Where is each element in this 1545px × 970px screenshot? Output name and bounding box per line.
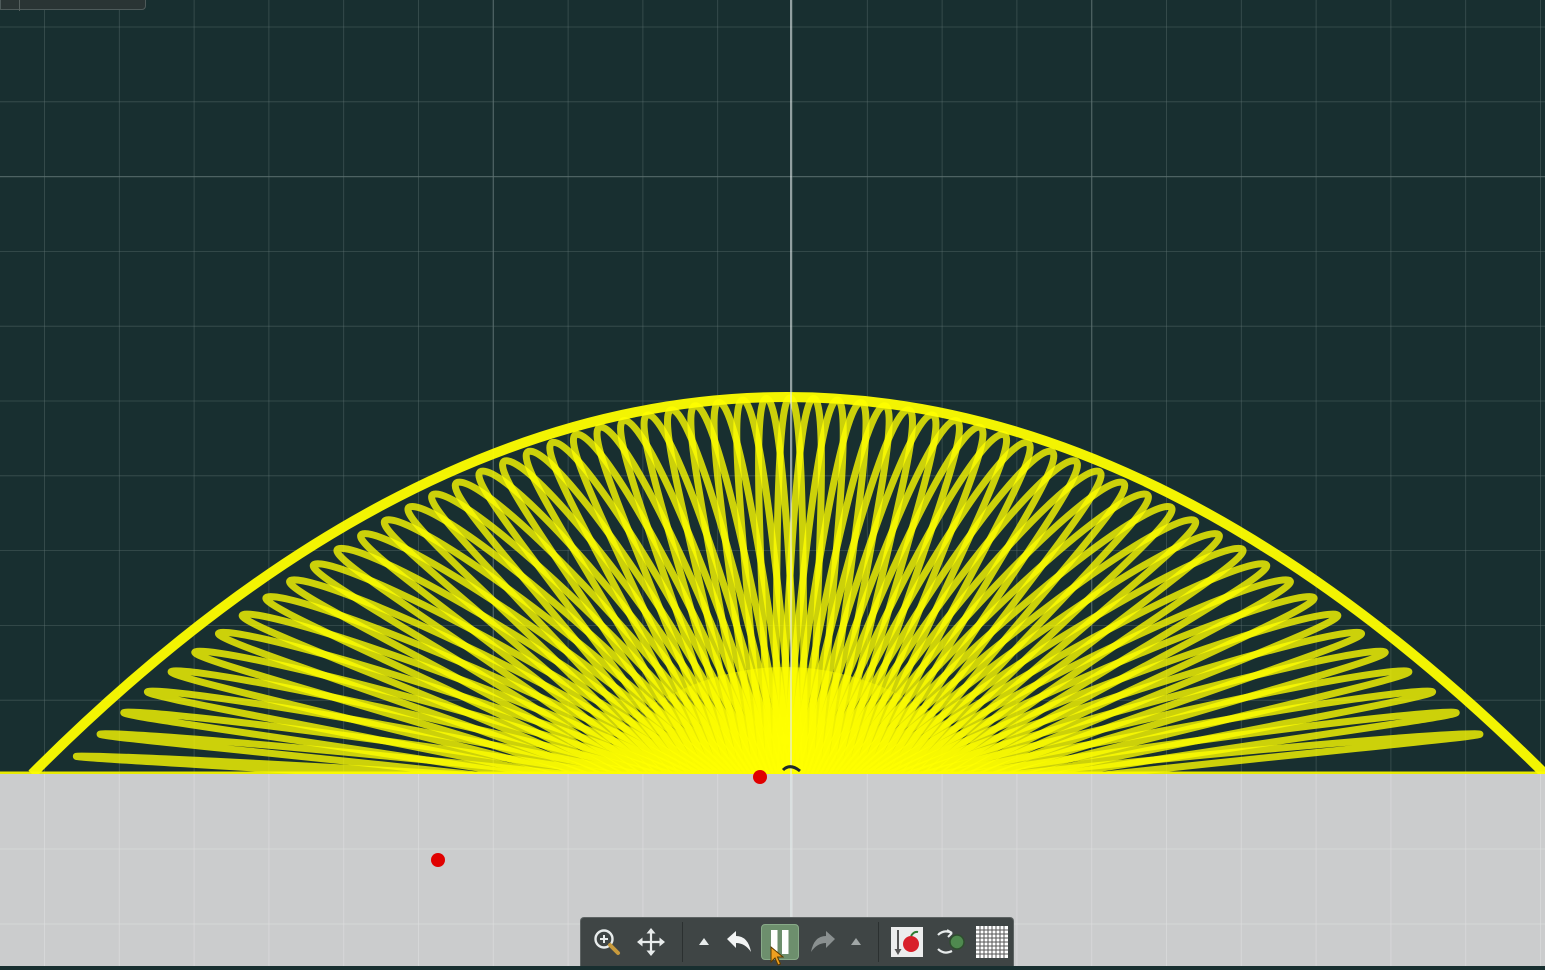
tab-divider — [19, 0, 20, 11]
simulation-canvas[interactable] — [0, 0, 1545, 966]
top-tab-panel[interactable] — [0, 0, 146, 11]
grid-toggle-button[interactable] — [973, 924, 1011, 960]
toolbar-separator — [878, 922, 879, 962]
triangle-up-icon — [851, 938, 861, 945]
reference-point-marker[interactable] — [431, 853, 445, 867]
mouse-cursor — [770, 945, 785, 966]
zoom-button[interactable] — [587, 924, 627, 960]
undo-history-button[interactable] — [693, 924, 715, 960]
redo-button[interactable] — [803, 924, 843, 960]
undo-button[interactable] — [719, 924, 759, 960]
anchor-point-marker[interactable] — [753, 770, 767, 784]
undo-arrow-icon — [727, 931, 751, 952]
zoom-in-icon — [594, 929, 620, 955]
triangle-up-icon — [699, 938, 709, 945]
bottom-toolbar — [580, 917, 1014, 966]
gravity-apple-icon — [891, 927, 923, 957]
move-arrows-icon — [637, 928, 665, 956]
gravity-button[interactable] — [887, 924, 927, 960]
toolbar-separator — [682, 922, 683, 962]
rotation-button[interactable] — [931, 924, 971, 960]
rotate-body-icon — [937, 929, 965, 954]
redo-arrow-icon — [811, 931, 835, 952]
pan-button[interactable] — [631, 924, 671, 960]
grid-icon — [976, 926, 1008, 958]
redo-history-button[interactable] — [845, 924, 867, 960]
